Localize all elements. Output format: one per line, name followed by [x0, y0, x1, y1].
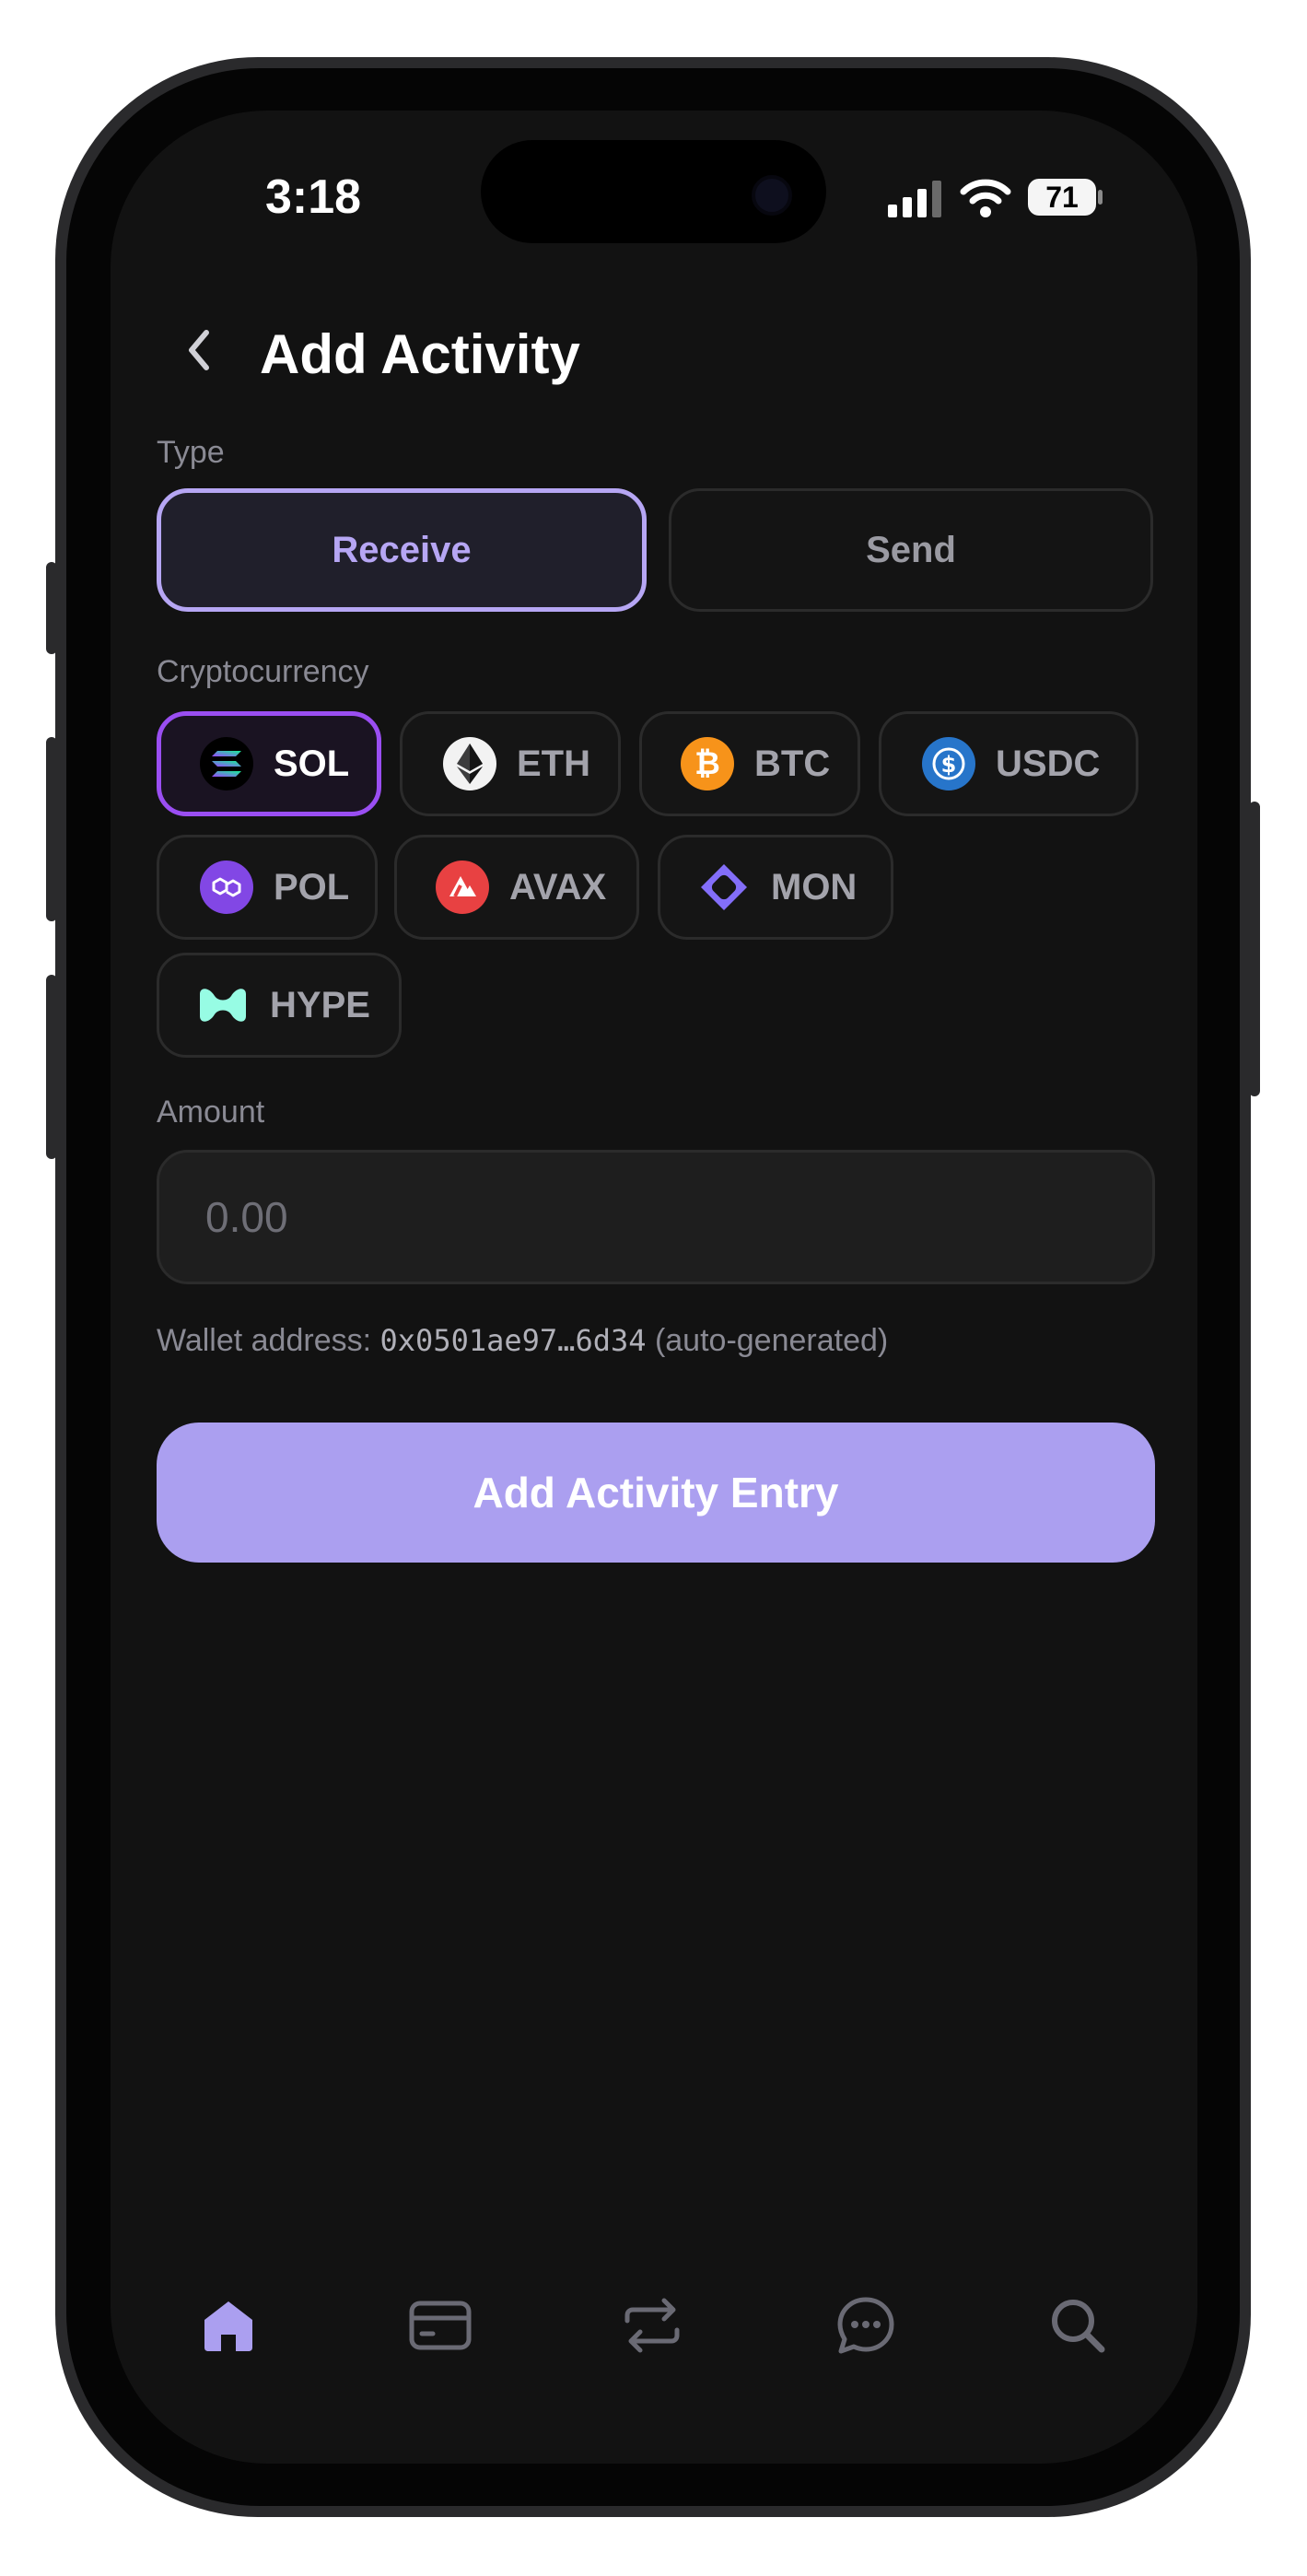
type-label: Type [157, 435, 225, 470]
nav-search[interactable] [1032, 2279, 1124, 2371]
amount-input[interactable] [157, 1150, 1155, 1284]
crypto-option-pol[interactable]: POL [157, 835, 378, 940]
crypto-option-mon[interactable]: MON [658, 835, 893, 940]
chevron-left-icon [189, 330, 209, 370]
signal-icon [888, 181, 941, 222]
battery-indicator: 71 [1028, 179, 1096, 216]
add-activity-entry-button[interactable]: Add Activity Entry [157, 1423, 1155, 1563]
hyperliquid-icon [196, 978, 250, 1032]
search-icon [1052, 2300, 1105, 2353]
crypto-option-hype[interactable]: HYPE [157, 953, 402, 1058]
crypto-option-eth[interactable]: ETH [400, 711, 621, 816]
home-icon [204, 2301, 252, 2351]
nav-card[interactable] [394, 2279, 486, 2371]
crypto-option-btc[interactable]: ₿ BTC [639, 711, 860, 816]
wallet-address-value: 0x0501ae97…6d34 [379, 1323, 647, 1358]
usdc-icon: $ [922, 737, 975, 790]
power-button [1249, 802, 1260, 1096]
action-button [46, 562, 57, 654]
card-icon [409, 2301, 472, 2350]
front-camera [752, 175, 792, 216]
wallet-address-line: Wallet address: 0x0501ae97…6d34 (auto-ge… [157, 1323, 888, 1359]
solana-icon [200, 737, 253, 790]
crypto-option-avax[interactable]: AVAX [394, 835, 639, 940]
wallet-address-prefix: Wallet address: [157, 1323, 372, 1358]
crypto-option-label: HYPE [270, 984, 370, 1025]
cryptocurrency-label: Cryptocurrency [157, 654, 369, 689]
avalanche-icon [436, 861, 489, 914]
crypto-option-label: BTC [754, 743, 831, 784]
crypto-option-label: USDC [996, 743, 1101, 784]
crypto-option-label: AVAX [509, 866, 607, 907]
volume-up-button [46, 737, 57, 921]
wallet-address-suffix: (auto-generated) [654, 1323, 889, 1358]
page-title: Add Activity [260, 323, 580, 385]
crypto-option-usdc[interactable]: $ USDC [879, 711, 1138, 816]
crypto-option-label: ETH [517, 743, 590, 784]
status-time: 3:18 [265, 170, 362, 224]
chat-icon [837, 2297, 894, 2354]
transfer-icon [624, 2298, 680, 2353]
amount-label: Amount [157, 1095, 265, 1130]
nav-chat[interactable] [820, 2279, 912, 2371]
back-button[interactable] [175, 321, 223, 380]
polygon-icon [200, 861, 253, 914]
monad-icon [697, 861, 751, 914]
crypto-option-label: POL [274, 866, 350, 907]
wifi-icon [960, 177, 1011, 222]
nav-home[interactable] [182, 2279, 274, 2371]
screen [111, 111, 1197, 2464]
type-receive-button[interactable]: Receive [157, 488, 647, 612]
ethereum-icon [443, 737, 496, 790]
svg-text:$: $ [941, 752, 957, 778]
crypto-option-label: MON [771, 866, 858, 907]
crypto-option-sol[interactable]: SOL [157, 711, 381, 816]
volume-down-button [46, 975, 57, 1159]
crypto-option-label: SOL [274, 743, 350, 784]
type-send-button[interactable]: Send [669, 488, 1153, 612]
bitcoin-icon: ₿ [681, 737, 734, 790]
nav-transfer[interactable] [606, 2279, 698, 2371]
battery-cap [1098, 190, 1103, 205]
